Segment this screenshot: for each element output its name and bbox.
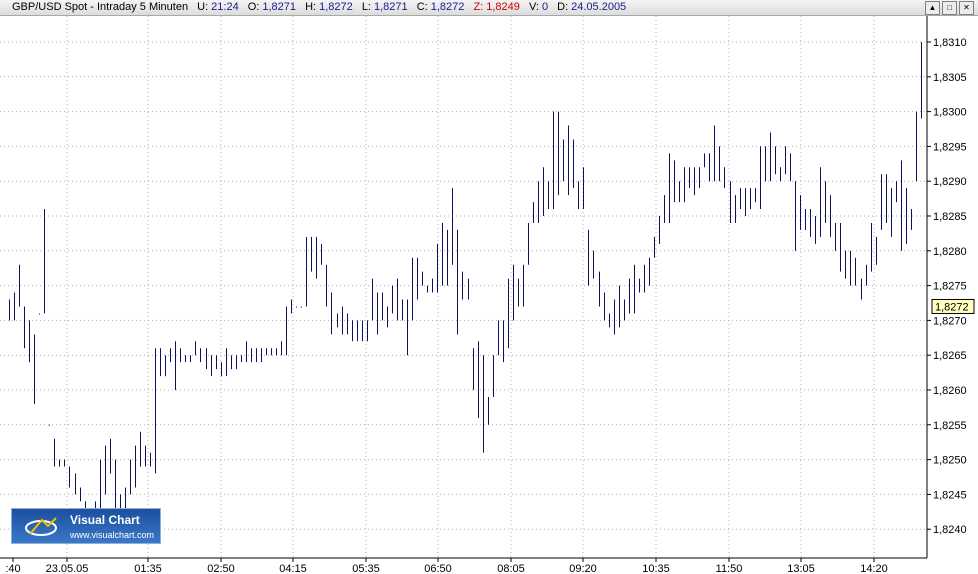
time-tick-label: 01:35 — [134, 563, 162, 574]
price-tick-label: 1,8310 — [933, 37, 967, 49]
time-tick-label: 10:35 — [642, 563, 670, 574]
price-tick-label: 1,8285 — [933, 211, 967, 223]
time-tick-label: 14:20 — [860, 563, 888, 574]
time-tick-label: 09:20 — [569, 563, 597, 574]
price-tick-label: 1,8305 — [933, 72, 967, 84]
price-tick-label: 1,8245 — [933, 489, 967, 501]
time-tick-label: 08:05 — [497, 563, 525, 574]
time-tick-label: 06:50 — [424, 563, 452, 574]
logo-url: www.visualchart.com — [70, 530, 155, 540]
ohlc-chart[interactable]: 1,8240 1,8245 1,8250 1,8255 1,8260 1,8265 1,82… — [0, 0, 978, 574]
price-tick-label: 1,8290 — [933, 176, 967, 188]
price-tick-label: 1,8275 — [933, 281, 967, 293]
price-tick-label: 1,8250 — [933, 455, 967, 467]
price-tick-label: 1,8265 — [933, 350, 967, 362]
time-tick-label: 04:15 — [279, 563, 307, 574]
price-tick-label: 1,8295 — [933, 141, 967, 153]
price-tick-label: 1,8280 — [933, 246, 967, 258]
logo-icon — [25, 517, 57, 536]
logo-name: Visual Chart — [70, 513, 140, 527]
price-tick-label: 1,8240 — [933, 524, 967, 536]
time-tick-label: 23.05.05 — [46, 563, 89, 574]
price-tick-label: 1,8270 — [933, 315, 967, 327]
price-tick-label: 1,8255 — [933, 420, 967, 432]
time-tick-label: 05:35 — [352, 563, 380, 574]
price-tick-label: 1,8260 — [933, 385, 967, 397]
price-tick-label: 1,8300 — [933, 107, 967, 119]
visual-chart-logo: Visual Chart www.visualchart.com — [11, 508, 161, 544]
time-tick-label: 13:05 — [787, 563, 815, 574]
time-tick-label: :40 — [5, 563, 20, 574]
time-tick-label: 02:50 — [207, 563, 235, 574]
time-tick-label: 11:50 — [716, 563, 743, 574]
current-price-marker: 1,8272 — [931, 298, 975, 314]
current-price-label: 1,8272 — [935, 301, 969, 313]
